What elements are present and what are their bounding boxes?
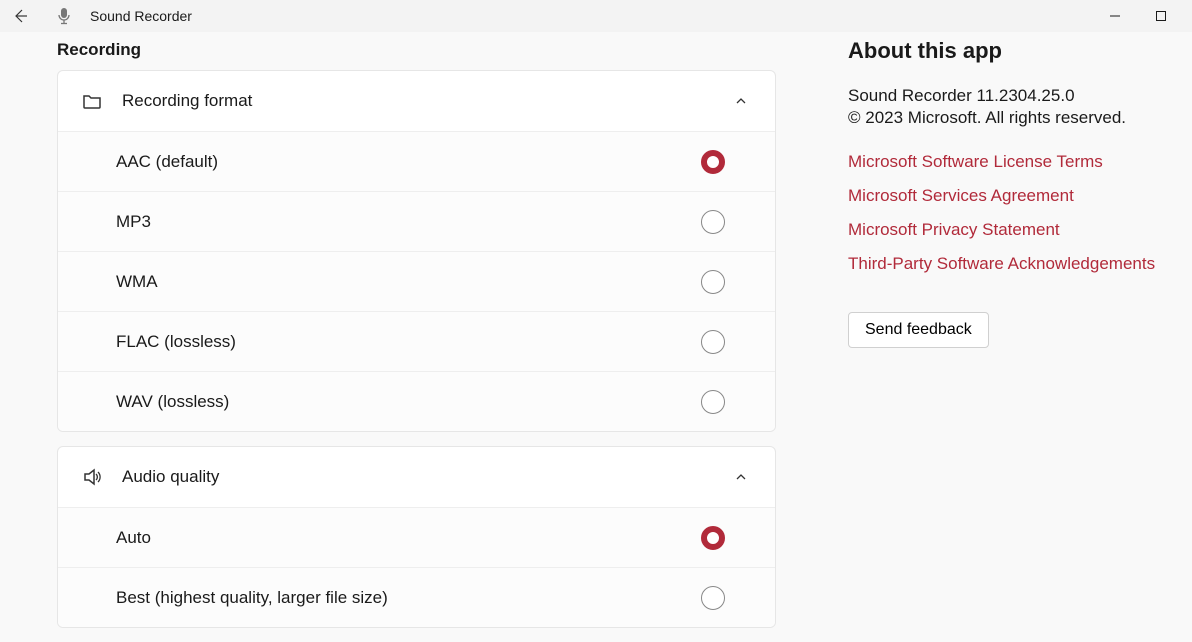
recording-format-option[interactable]: WMA: [58, 251, 775, 311]
recording-format-card: Recording format AAC (default) MP3 WMA FLAC…: [57, 70, 776, 432]
expander-label: Audio quality: [122, 467, 729, 487]
chevron-up-icon: [729, 89, 753, 113]
expander-label: Recording format: [122, 91, 729, 111]
about-link[interactable]: Microsoft Privacy Statement: [848, 220, 1184, 240]
minimize-button[interactable]: [1092, 0, 1138, 32]
app-icon: [52, 4, 76, 28]
recording-format-expander[interactable]: Recording format: [58, 71, 775, 131]
radio-indicator[interactable]: [701, 526, 725, 550]
recording-format-option[interactable]: AAC (default): [58, 131, 775, 191]
audio-quality-expander[interactable]: Audio quality: [58, 447, 775, 507]
content: Recording Recording format AAC (default)…: [0, 32, 1192, 642]
option-label: Auto: [116, 528, 701, 548]
recording-format-option[interactable]: FLAC (lossless): [58, 311, 775, 371]
recording-format-option[interactable]: MP3: [58, 191, 775, 251]
radio-indicator[interactable]: [701, 330, 725, 354]
audio-quality-card: Audio quality Auto Best (highest quality,…: [57, 446, 776, 628]
audio-quality-option[interactable]: Best (highest quality, larger file size): [58, 567, 775, 627]
speaker-icon: [80, 465, 104, 489]
option-label: AAC (default): [116, 152, 701, 172]
radio-indicator[interactable]: [701, 270, 725, 294]
option-label: Best (highest quality, larger file size): [116, 588, 701, 608]
about-heading: About this app: [848, 38, 1184, 64]
about-panel: About this app Sound Recorder 11.2304.25…: [790, 32, 1192, 642]
about-link[interactable]: Microsoft Services Agreement: [848, 186, 1184, 206]
send-feedback-button[interactable]: Send feedback: [848, 312, 989, 348]
option-label: WAV (lossless): [116, 392, 701, 412]
chevron-up-icon: [729, 465, 753, 489]
option-label: MP3: [116, 212, 701, 232]
option-label: WMA: [116, 272, 701, 292]
recording-format-option[interactable]: WAV (lossless): [58, 371, 775, 431]
back-button[interactable]: [8, 4, 32, 28]
radio-indicator[interactable]: [701, 586, 725, 610]
folder-icon: [80, 89, 104, 113]
radio-indicator[interactable]: [701, 390, 725, 414]
main-panel: Recording Recording format AAC (default)…: [0, 32, 790, 642]
option-label: FLAC (lossless): [116, 332, 701, 352]
radio-indicator[interactable]: [701, 150, 725, 174]
window-title: Sound Recorder: [90, 8, 192, 24]
titlebar: Sound Recorder: [0, 0, 1192, 32]
about-link[interactable]: Third-Party Software Acknowledgements: [848, 254, 1184, 274]
section-heading-recording: Recording: [57, 40, 790, 60]
audio-quality-option[interactable]: Auto: [58, 507, 775, 567]
about-copyright: © 2023 Microsoft. All rights reserved.: [848, 108, 1184, 128]
about-version: Sound Recorder 11.2304.25.0: [848, 86, 1184, 106]
maximize-button[interactable]: [1138, 0, 1184, 32]
about-link[interactable]: Microsoft Software License Terms: [848, 152, 1184, 172]
radio-indicator[interactable]: [701, 210, 725, 234]
